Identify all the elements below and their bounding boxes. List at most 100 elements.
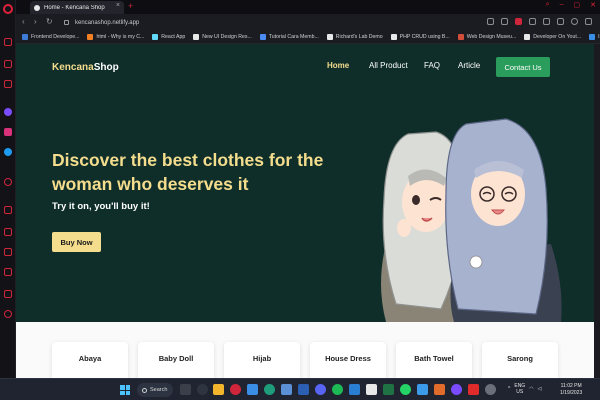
wifi-icon[interactable]: ◠ (529, 386, 533, 392)
whatsapp-icon[interactable] (400, 384, 411, 395)
excel-icon[interactable] (383, 384, 394, 395)
bookmark-item[interactable]: Developer On Yout... (524, 34, 581, 40)
extension-icon[interactable] (557, 18, 564, 25)
mail-icon[interactable] (247, 384, 258, 395)
workspace-icon[interactable] (4, 38, 12, 46)
back-icon[interactable]: ‹ (22, 17, 25, 26)
bookmark-favicon-icon (390, 34, 397, 40)
new-tab-icon[interactable]: + (128, 1, 133, 11)
discord-icon[interactable] (315, 384, 326, 395)
settings-icon[interactable] (4, 310, 12, 318)
opera-logo-icon[interactable] (3, 4, 13, 14)
xampp-icon[interactable] (434, 384, 445, 395)
clock-icon[interactable] (4, 248, 12, 256)
twitter-icon[interactable] (4, 148, 12, 156)
category-label: Hijab (252, 354, 272, 363)
tray-chevron-icon[interactable]: ^ (508, 386, 510, 392)
category-card[interactable]: House Dress (310, 342, 386, 378)
bookmark-item[interactable]: Web Design Museu... (457, 34, 516, 40)
extensions-icon[interactable] (4, 290, 12, 298)
url-field[interactable]: kencanashop.netlify.app (64, 17, 504, 28)
system-tray: ^ ENG US ◠ ◁ (508, 383, 541, 395)
reload-icon[interactable]: ↻ (46, 17, 53, 26)
acrobat-icon[interactable] (468, 384, 479, 395)
bookmark-item[interactable]: New UI Design Res... (193, 34, 252, 40)
windows-taskbar: Search ^ ENG US ◠ ◁ 11:02 PM 1/19/2023 (0, 378, 600, 400)
menu-icon[interactable] (585, 18, 592, 25)
widgets-icon[interactable] (197, 384, 208, 395)
adblock-icon[interactable] (515, 18, 522, 25)
photos-icon[interactable] (281, 384, 292, 395)
minimize-icon[interactable]: – (560, 1, 564, 9)
vpn-icon[interactable] (529, 18, 536, 25)
tab-close-icon[interactable]: × (116, 2, 120, 9)
url-text: kencanashop.netlify.app (75, 19, 140, 26)
contact-us-button[interactable]: Contact Us (496, 57, 550, 77)
bookmark-label: Richard's Lab Demo (335, 34, 383, 40)
window-controls: ⌕ – ▢ ✕ (546, 1, 596, 9)
instagram-icon[interactable] (4, 128, 12, 136)
speed-dial-icon[interactable] (4, 60, 12, 68)
category-card[interactable]: Abaya (52, 342, 128, 378)
address-tools (487, 18, 592, 25)
site-logo[interactable]: KencanaShop (52, 62, 119, 73)
logo-part-1: Kencana (52, 62, 94, 73)
maximize-icon[interactable]: ▢ (574, 1, 581, 9)
page-scrollbar[interactable] (594, 44, 600, 378)
nav-all-product[interactable]: All Product (369, 61, 408, 70)
close-window-icon[interactable]: ✕ (590, 1, 596, 9)
notepad-icon[interactable] (366, 384, 377, 395)
edge-icon[interactable] (264, 384, 275, 395)
bookmark-item[interactable]: html - Why is my C... (87, 34, 144, 40)
search-tabs-icon[interactable]: ⌕ (546, 1, 550, 9)
bookmark-item[interactable]: React App (152, 34, 185, 40)
bookmark-item[interactable]: PHP CRUD using B... (390, 34, 450, 40)
buy-now-button[interactable]: Buy Now (52, 232, 101, 252)
bookmark-icon[interactable] (4, 80, 12, 88)
messenger-icon[interactable] (4, 108, 12, 116)
bookmark-favicon-icon (524, 34, 531, 40)
forward-icon[interactable]: › (34, 17, 37, 26)
bookmark-item[interactable]: Richard's Lab Demo (326, 34, 383, 40)
purple-app-icon[interactable] (451, 384, 462, 395)
logo-part-2: Shop (93, 62, 119, 73)
settings-app-icon[interactable] (485, 384, 496, 395)
bookmark-label: Developer On Yout... (533, 34, 582, 40)
category-label: Sarong (507, 354, 533, 363)
tab-bar: Home - Kencana Shop × + ⌕ – ▢ ✕ (16, 0, 600, 14)
snapshot-icon[interactable] (487, 18, 494, 25)
task-view-icon[interactable] (180, 384, 191, 395)
category-card[interactable]: Hijab (224, 342, 300, 378)
taskbar-clock[interactable]: 11:02 PM 1/19/2023 (560, 383, 582, 397)
category-card[interactable]: Baby Doll (138, 342, 214, 378)
download-icon[interactable] (4, 268, 12, 276)
heart-icon[interactable] (4, 206, 12, 214)
player-icon[interactable] (4, 178, 12, 186)
profile-icon[interactable] (571, 18, 578, 25)
nav-article[interactable]: Article (458, 61, 480, 70)
word-icon[interactable] (298, 384, 309, 395)
app-icon[interactable] (417, 384, 428, 395)
taskbar-search[interactable]: Search (137, 383, 173, 397)
hero-section: KencanaShop Home All Product FAQ Article… (16, 44, 594, 322)
language-line-2: US (516, 389, 524, 395)
history-icon[interactable] (4, 228, 12, 236)
volume-icon[interactable]: ◁ (538, 386, 542, 392)
category-card[interactable]: Sarong (482, 342, 558, 378)
opera-taskbar-icon[interactable] (230, 384, 241, 395)
nav-faq[interactable]: FAQ (424, 61, 440, 70)
nav-home[interactable]: Home (327, 61, 349, 70)
category-card[interactable]: Bath Towel (396, 342, 472, 378)
bookmark-item[interactable]: Tutorial Cara Memb... (259, 34, 319, 40)
bookmark-item[interactable]: Frontend Develope... (22, 34, 79, 40)
spotify-icon[interactable] (332, 384, 343, 395)
camera-icon[interactable] (501, 18, 508, 25)
file-explorer-icon[interactable] (213, 384, 224, 395)
bookmark-item[interactable]: ISCI Team | Komuni... (589, 34, 600, 40)
start-icon[interactable] (120, 385, 130, 395)
browser-tab[interactable]: Home - Kencana Shop × (30, 1, 124, 14)
hero-illustration (381, 118, 562, 322)
heart-shield-icon[interactable] (543, 18, 550, 25)
language-indicator[interactable]: ENG US (514, 383, 525, 395)
vscode-icon[interactable] (349, 384, 360, 395)
